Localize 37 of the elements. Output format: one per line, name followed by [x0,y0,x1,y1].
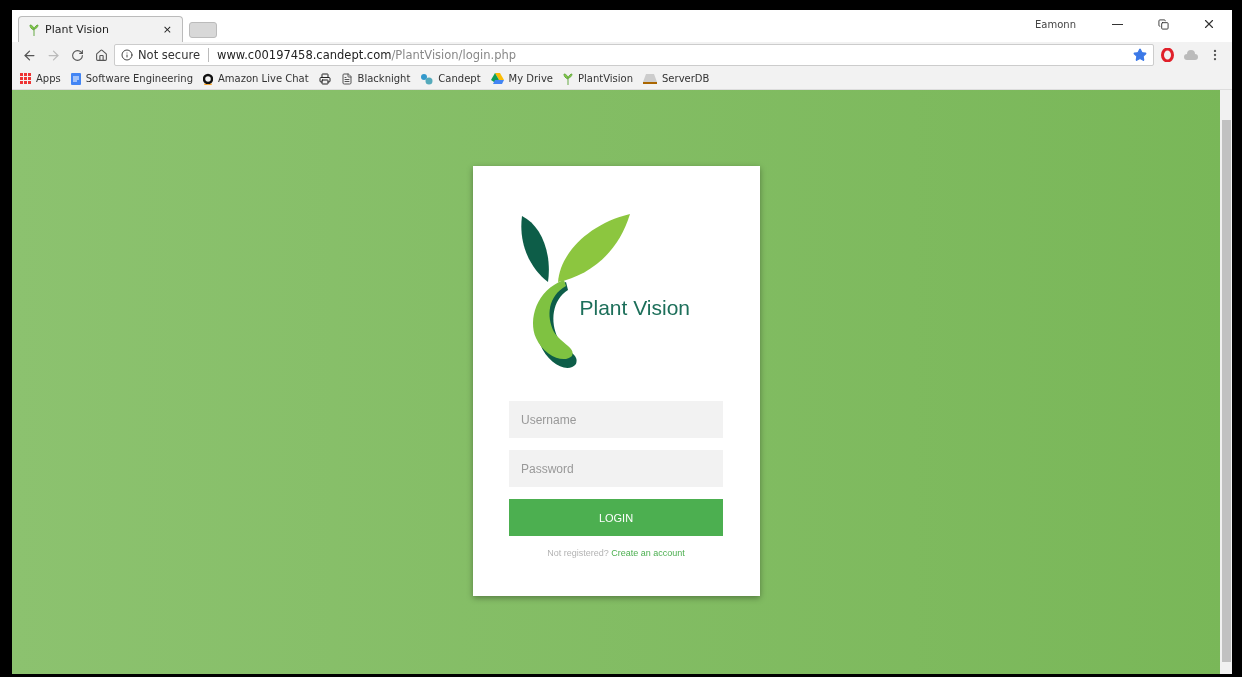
sprout-icon [29,23,39,36]
apps-grid-icon [20,73,31,84]
browser-tab[interactable]: Plant Vision × [18,16,183,42]
tab-title: Plant Vision [45,23,111,36]
bookmark-link[interactable]: Candept [420,72,481,85]
restore-icon [1157,18,1169,30]
bookmark-link[interactable]: Blacknight [340,72,411,85]
address-bar[interactable]: Not secure www.c00197458.candept.com/PlantVision/login.php [114,44,1154,66]
sprout-icon [562,72,573,85]
scrollbar[interactable] [1220,90,1232,674]
star-icon[interactable] [1133,48,1147,62]
triangle-icon [490,73,504,84]
register-prompt: Not registered? [547,548,609,558]
url-text: www.c00197458.candept.com/PlantVision/login.php [217,48,518,62]
minimize-icon [1111,23,1123,25]
bookmark-link[interactable]: Apps [20,73,61,84]
document-icon [70,72,81,85]
forward-arrow-icon [45,47,61,63]
bookmark-link[interactable]: PlantVision [562,72,633,85]
bookmark-link[interactable]: Software Engineering [70,72,193,85]
password-field[interactable]: Password [509,450,723,487]
printer-icon[interactable] [318,72,331,85]
bookmark-link[interactable]: Amazon Live Chat [203,72,309,85]
profile-name[interactable]: Eamonn [1035,18,1076,30]
close-icon [1202,17,1216,31]
back-arrow-icon [21,47,37,63]
page-icon [340,72,353,85]
tab-close[interactable]: × [162,23,172,36]
info-icon [121,49,133,61]
security-label: Not secure [138,48,201,62]
bookmark-link[interactable]: ServerDB [643,73,710,84]
home-icon [94,48,108,62]
reload-icon [70,48,84,62]
bookmark-link[interactable]: My Drive [490,73,553,84]
username-field[interactable]: Username [509,401,723,438]
logo-text: Plant Vision [579,296,691,320]
server-icon [643,73,657,84]
